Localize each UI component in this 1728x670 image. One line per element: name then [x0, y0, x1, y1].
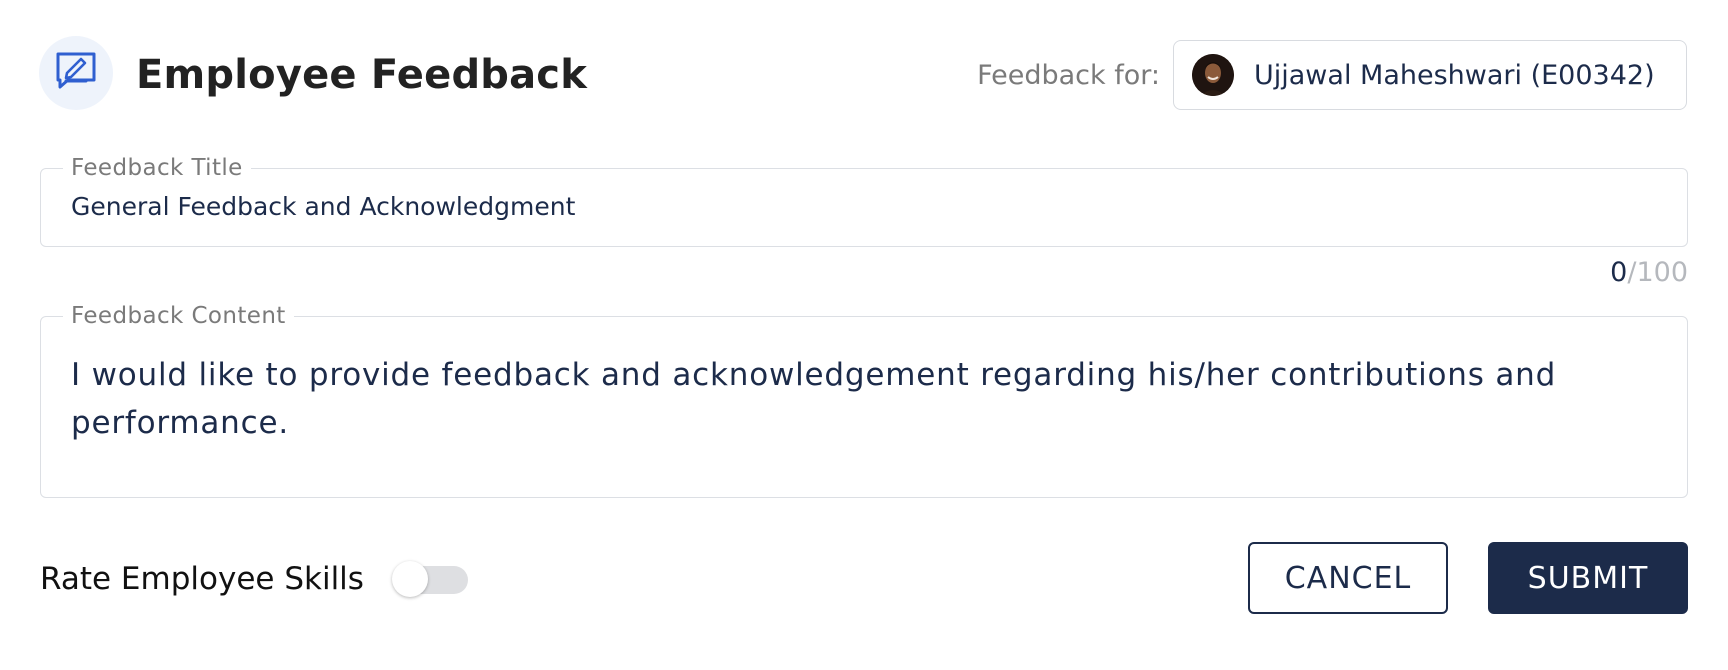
feedback-content-field: Feedback Content I would like to provide…: [40, 301, 1688, 498]
feedback-edit-icon: [54, 50, 98, 96]
feedback-title-input[interactable]: [71, 189, 1657, 225]
page-title: Employee Feedback: [136, 52, 588, 98]
rate-employee-skills-label: Rate Employee Skills: [40, 561, 364, 597]
feedback-content-textarea[interactable]: I would like to provide feedback and ack…: [71, 351, 1647, 481]
feedback-title-field: Feedback Title: [40, 153, 1688, 247]
cancel-button[interactable]: CANCEL: [1248, 542, 1448, 614]
avatar: [1192, 54, 1234, 96]
feedback-icon-badge: [39, 36, 113, 110]
title-char-counter: 0/100: [1610, 256, 1688, 290]
feedback-title-label: Feedback Title: [63, 153, 251, 183]
toggle-knob: [392, 561, 428, 597]
char-count: 0: [1610, 257, 1628, 288]
employee-name: Ujjawal Maheshwari (E00342): [1254, 59, 1655, 91]
rate-skills-toggle[interactable]: [392, 561, 470, 597]
submit-button[interactable]: SUBMIT: [1488, 542, 1688, 614]
char-max: /100: [1627, 257, 1688, 288]
feedback-for-label: Feedback for:: [977, 60, 1160, 91]
feedback-content-label: Feedback Content: [63, 301, 294, 331]
employee-selector[interactable]: Ujjawal Maheshwari (E00342): [1173, 40, 1687, 110]
